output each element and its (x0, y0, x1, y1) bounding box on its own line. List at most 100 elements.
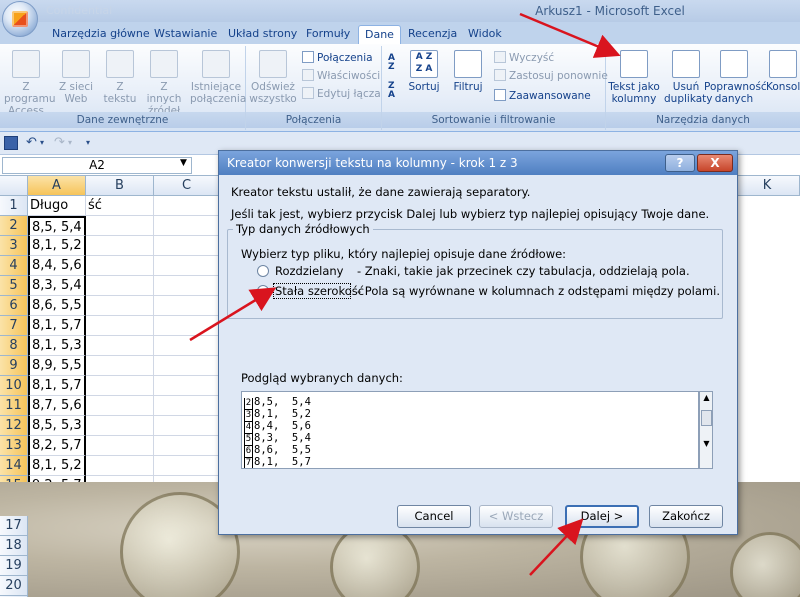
cell-c[interactable] (154, 276, 220, 296)
cell-a[interactable]: 8,1, 5,2 (28, 456, 86, 476)
remove-duplicates-button[interactable]: Usuń duplikaty (664, 50, 712, 105)
cell-c[interactable] (154, 336, 220, 356)
existing-connections-button[interactable]: Istniejące połączenia (190, 50, 246, 105)
finish-button[interactable]: Zakończ (649, 505, 723, 528)
cancel-button[interactable]: Cancel (397, 505, 471, 528)
row-header[interactable]: 1 (0, 196, 28, 216)
row-header[interactable]: 13 (0, 436, 28, 456)
row-header[interactable]: 18 (0, 536, 28, 556)
cell-b[interactable] (86, 416, 154, 436)
scroll-up-icon[interactable]: ▲ (701, 392, 712, 404)
cell-b[interactable] (86, 296, 154, 316)
data-validation-button[interactable]: Poprawność danych (704, 50, 767, 105)
cell-a[interactable]: 8,1, 5,7 (28, 376, 86, 396)
cell-c[interactable] (154, 436, 220, 456)
undo-dropdown-icon[interactable]: ▾ (40, 136, 54, 150)
cell-a[interactable]: 8,1, 5,3 (28, 336, 86, 356)
cell-c[interactable] (154, 316, 220, 336)
row-header[interactable]: 9 (0, 356, 28, 376)
redo-icon[interactable]: ↷ (54, 136, 68, 150)
cell-a[interactable]: 8,4, 5,6 (28, 256, 86, 276)
row-header[interactable]: 10 (0, 376, 28, 396)
cell-c[interactable] (154, 216, 220, 236)
from-web-button[interactable]: Z sieci Web (56, 50, 96, 105)
office-button[interactable] (2, 1, 38, 37)
cell-a[interactable]: 8,2, 5,7 (28, 436, 86, 456)
from-access-button[interactable]: Z programu Access (4, 50, 55, 117)
cell-c[interactable] (154, 456, 220, 476)
row-header[interactable]: 11 (0, 396, 28, 416)
cell-c[interactable] (154, 256, 220, 276)
back-button[interactable]: < Wstecz (479, 505, 553, 528)
cell-b[interactable] (86, 236, 154, 256)
row-header[interactable]: 2 (0, 216, 28, 236)
from-other-sources-button[interactable]: Z innych źródeł (142, 50, 186, 117)
tab-review[interactable]: Recenzja (402, 25, 463, 44)
tab-view[interactable]: Widok (462, 25, 508, 44)
consolidate-button[interactable]: Konsolid (766, 50, 800, 93)
properties-button[interactable]: Właściwości (302, 68, 380, 84)
tab-insert[interactable]: Wstawianie (148, 25, 223, 44)
cell-a[interactable]: 8,5, 5,3 (28, 416, 86, 436)
cell-c[interactable] (154, 376, 220, 396)
cell-b[interactable]: ść (86, 196, 154, 216)
fixed-width-label[interactable]: Stała szerokość (275, 284, 364, 298)
row-header[interactable]: 20 (0, 576, 28, 596)
data-preview[interactable]: 2 8,5, 5,4 3 8,1, 5,2 4 8,4, 5,6 5 8,3, 5,4 6 8,6… (241, 391, 699, 469)
row-header[interactable]: 6 (0, 296, 28, 316)
reapply-button[interactable]: Zastosuj ponownie (494, 68, 608, 84)
cell-c[interactable] (154, 396, 220, 416)
delimited-label[interactable]: Rozdzielany (275, 264, 344, 278)
cell-b[interactable] (86, 376, 154, 396)
sort-za-icon[interactable]: ZA (388, 82, 402, 100)
column-header-c[interactable]: C (154, 176, 220, 196)
sort-az-icon[interactable]: AZ (388, 54, 402, 72)
cell-a[interactable]: 8,7, 5,6 (28, 396, 86, 416)
row-header[interactable]: 5 (0, 276, 28, 296)
cell-c[interactable] (154, 416, 220, 436)
cell-c[interactable] (154, 296, 220, 316)
refresh-all-button[interactable]: Odśwież wszystko (248, 50, 298, 105)
sort-button[interactable]: A ZZ A Sortuj (406, 50, 442, 93)
cell-c[interactable] (154, 196, 220, 216)
fixed-width-radio[interactable] (257, 285, 269, 297)
tab-formulas[interactable]: Formuły (300, 25, 356, 44)
row-header[interactable]: 3 (0, 236, 28, 256)
filter-button[interactable]: Filtruj (448, 50, 488, 93)
tab-page-layout[interactable]: Układ strony (222, 25, 303, 44)
scroll-down-icon[interactable]: ▼ (701, 438, 712, 450)
tab-home[interactable]: Narzędzia główne (46, 25, 156, 44)
scroll-thumb[interactable] (701, 410, 712, 426)
row-header[interactable]: 4 (0, 256, 28, 276)
cell-b[interactable] (86, 256, 154, 276)
undo-icon[interactable]: ↶ (26, 136, 40, 150)
row-header[interactable]: 17 (0, 516, 28, 536)
from-text-button[interactable]: Z tekstu (100, 50, 140, 105)
cell-a[interactable]: 8,1, 5,2 (28, 236, 86, 256)
clear-filter-button[interactable]: Wyczyść (494, 50, 554, 66)
cell-b[interactable] (86, 276, 154, 296)
row-header[interactable]: 14 (0, 456, 28, 476)
cell-b[interactable] (86, 436, 154, 456)
column-header-a[interactable]: A (28, 176, 86, 196)
row-header[interactable]: 7 (0, 316, 28, 336)
close-button[interactable]: X (697, 154, 733, 172)
cell-b[interactable] (86, 396, 154, 416)
cell-a[interactable]: 8,6, 5,5 (28, 296, 86, 316)
edit-links-button[interactable]: Edytuj łącza (302, 86, 381, 102)
cell-a[interactable]: 8,3, 5,4 (28, 276, 86, 296)
cell-a[interactable]: 8,5, 5,4 (28, 216, 86, 236)
redo-dropdown-icon[interactable]: ▾ (68, 136, 82, 150)
tab-data[interactable]: Dane (358, 25, 401, 44)
row-header[interactable]: 12 (0, 416, 28, 436)
column-header-b[interactable]: B (86, 176, 154, 196)
select-all-corner[interactable] (0, 176, 28, 196)
cell-c[interactable] (154, 356, 220, 376)
name-box-dropdown-icon[interactable]: ▼ (180, 158, 187, 168)
column-header-k[interactable]: K (735, 176, 800, 196)
cell-a[interactable]: 8,1, 5,7 (28, 316, 86, 336)
cell-c[interactable] (154, 236, 220, 256)
cell-b[interactable] (86, 356, 154, 376)
cell-b[interactable] (86, 456, 154, 476)
cell-b[interactable] (86, 336, 154, 356)
